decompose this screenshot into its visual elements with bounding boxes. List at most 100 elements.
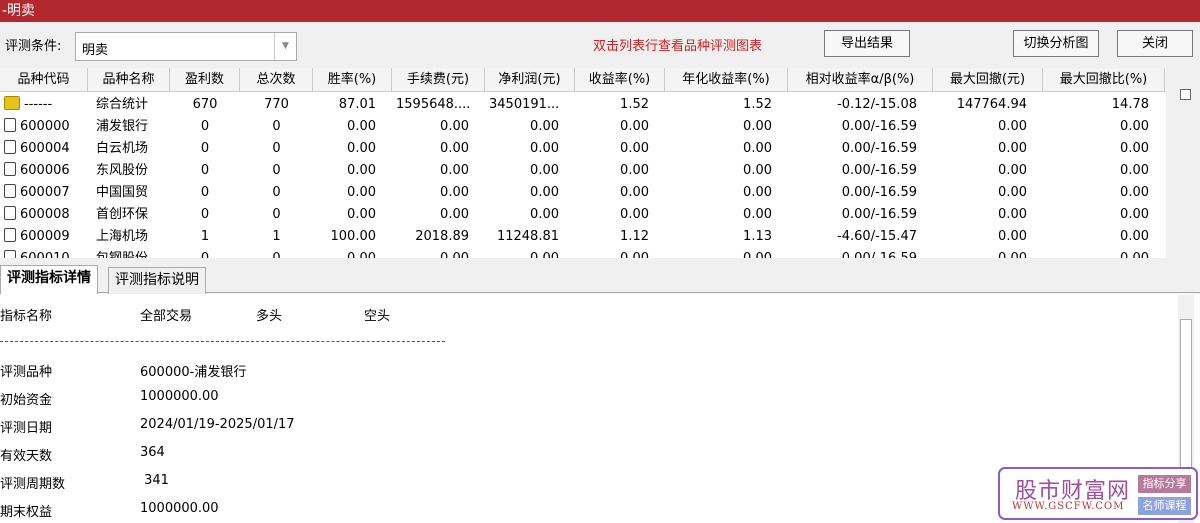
tab-indicator-help[interactable]: 评测指标说明: [108, 267, 206, 294]
table-cell: 14.78: [1111, 97, 1149, 112]
table-cell: 0: [170, 248, 240, 258]
detail-value: 1000000.00: [140, 389, 219, 404]
detail-label: 评测周期数: [0, 477, 66, 492]
table-cell: 1.12: [620, 229, 649, 244]
column-header[interactable]: 品种代码: [0, 68, 88, 92]
table-cell: 0.00: [575, 248, 665, 258]
column-header[interactable]: 收益率(%): [575, 68, 665, 92]
table-cell: -4.60/-15.47: [837, 229, 917, 244]
table-cell: 上海机场: [96, 229, 149, 244]
table-cell: 0.00: [998, 229, 1027, 244]
table-cell: 0.00/-16.59: [841, 119, 917, 134]
condition-select[interactable]: 明卖 ▼: [75, 32, 297, 61]
table-cell: 1595648....: [396, 97, 471, 112]
column-header[interactable]: 盈利数: [170, 68, 240, 92]
table-cell: 0.00: [620, 163, 649, 178]
table-row[interactable]: 600009 上海机场 1 1 100.00 2018.89 11248.81 1.12 1.1…: [0, 226, 1166, 248]
stock-code: 600004: [20, 141, 70, 156]
table-cell: 1.52: [743, 97, 772, 112]
stock-icon: [4, 250, 16, 258]
table-cell: 0.00: [440, 163, 469, 178]
table-cell: 0.00: [743, 141, 772, 156]
table-row[interactable]: 600007 中国国贸 0 0 0.00 0.00 0.00 0.00 0.00 0.00/-16…: [0, 182, 1166, 204]
detail-label: 初始资金: [0, 393, 53, 408]
table-cell: 1: [272, 229, 281, 244]
condition-value: 明卖: [82, 43, 109, 58]
table-cell: 0.00: [347, 163, 376, 178]
table-cell: 0.00: [440, 207, 469, 222]
table-cell: 0.00: [347, 119, 376, 134]
table-cell: 0.00: [743, 163, 772, 178]
table-cell: 0.00: [313, 248, 392, 258]
column-header[interactable]: 最大回撤(元): [933, 68, 1043, 92]
table-cell: 中国国贸: [96, 185, 149, 200]
table-cell: 包钢股份: [88, 248, 170, 258]
table-cell: 0.00: [743, 207, 772, 222]
detail-label: 期末权益: [0, 505, 53, 520]
table-cell: 0.00: [530, 163, 559, 178]
column-header[interactable]: 相对收益率α/β(%): [788, 68, 933, 92]
table-cell: 0.00: [440, 185, 469, 200]
table-cell: 0: [200, 207, 210, 222]
table-cell: 0.00: [440, 119, 469, 134]
table-cell: 100.00: [330, 229, 377, 244]
column-header[interactable]: 净利润(元): [485, 68, 575, 92]
stock-code: 600007: [20, 185, 70, 200]
detail-label: 有效天数: [0, 449, 53, 464]
detail-value: 600000-浦发银行: [140, 365, 247, 380]
table-row[interactable]: 600000 浦发银行 0 0 0.00 0.00 0.00 0.00 0.00 0.00/-16…: [0, 116, 1166, 138]
table-cell: 0.00/-16.59: [841, 163, 917, 178]
column-header[interactable]: 总次数: [240, 68, 313, 92]
table-cell: 0.00: [998, 119, 1027, 134]
table-cell: 0.00: [998, 163, 1027, 178]
table-cell: 0: [272, 207, 281, 222]
summary-icon: [4, 96, 20, 110]
table-cell: 670: [192, 97, 218, 112]
tab-indicator-details[interactable]: 评测指标详情: [0, 265, 98, 294]
table-cell: ------: [0, 94, 88, 116]
watermark-tag-share: 指标分享: [1138, 475, 1191, 493]
table-row[interactable]: 600004 白云机场 0 0 0.00 0.00 0.00 0.00 0.00 0.00/-16…: [0, 138, 1166, 160]
table-cell: 0.00: [347, 141, 376, 156]
stock-code: 600008: [20, 207, 70, 222]
table-cell: 600007: [0, 182, 88, 204]
table-cell: 87.01: [338, 97, 376, 112]
table-cell: 0.00: [620, 207, 649, 222]
table-cell: 0.00: [530, 141, 559, 156]
chevron-down-icon[interactable]: ▼: [274, 33, 296, 60]
stock-code: 600010: [20, 251, 70, 258]
table-cell: 浦发银行: [96, 119, 149, 134]
table-cell: 0.00: [1120, 229, 1149, 244]
detail-label: 评测品种: [0, 365, 53, 380]
table-cell: 0: [200, 163, 210, 178]
column-header[interactable]: 最大回撤比(%): [1043, 68, 1165, 92]
table-cell: 770: [264, 97, 289, 112]
switch-chart-button[interactable]: 切换分析图: [1013, 30, 1099, 57]
close-button[interactable]: 关闭: [1117, 30, 1193, 57]
table-row[interactable]: 600006 东风股份 0 0 0.00 0.00 0.00 0.00 0.00 0.00/-16…: [0, 160, 1166, 182]
column-header[interactable]: 手续费(元): [392, 68, 485, 92]
watermark-url: WWW.GSCFW.COM: [1012, 501, 1125, 512]
table-cell: 0: [200, 185, 210, 200]
window-title: -明卖: [0, 0, 1200, 22]
table-cell: 0.00: [530, 207, 559, 222]
table-cell: 0: [272, 185, 281, 200]
table-cell: 0: [272, 141, 281, 156]
column-header[interactable]: 年化收益率(%): [665, 68, 788, 92]
export-button[interactable]: 导出结果: [824, 30, 910, 57]
table-cell: 147764.94: [956, 97, 1027, 112]
table-cell: 综合统计: [96, 97, 149, 112]
column-header[interactable]: 品种名称: [88, 68, 170, 92]
condition-label: 评测条件:: [5, 39, 62, 54]
table-row[interactable]: ------ 综合统计 670 770 87.01 1595648.... 3450191.…: [0, 94, 1166, 116]
table-row[interactable]: 600010包钢股份000.000.000.000.000.000.00/-16…: [0, 248, 1166, 258]
table-cell: 0.00: [392, 248, 485, 258]
column-header[interactable]: 胜率(%): [313, 68, 392, 92]
divider: [0, 341, 445, 342]
stock-icon: [4, 140, 16, 154]
table-cell: 0.00: [998, 185, 1027, 200]
detail-value: 341: [140, 473, 169, 488]
table-cell: 1.13: [743, 229, 772, 244]
column-toggle-checkbox[interactable]: [1180, 89, 1191, 100]
table-row[interactable]: 600008 首创环保 0 0 0.00 0.00 0.00 0.00 0.00 0.00/-16…: [0, 204, 1166, 226]
